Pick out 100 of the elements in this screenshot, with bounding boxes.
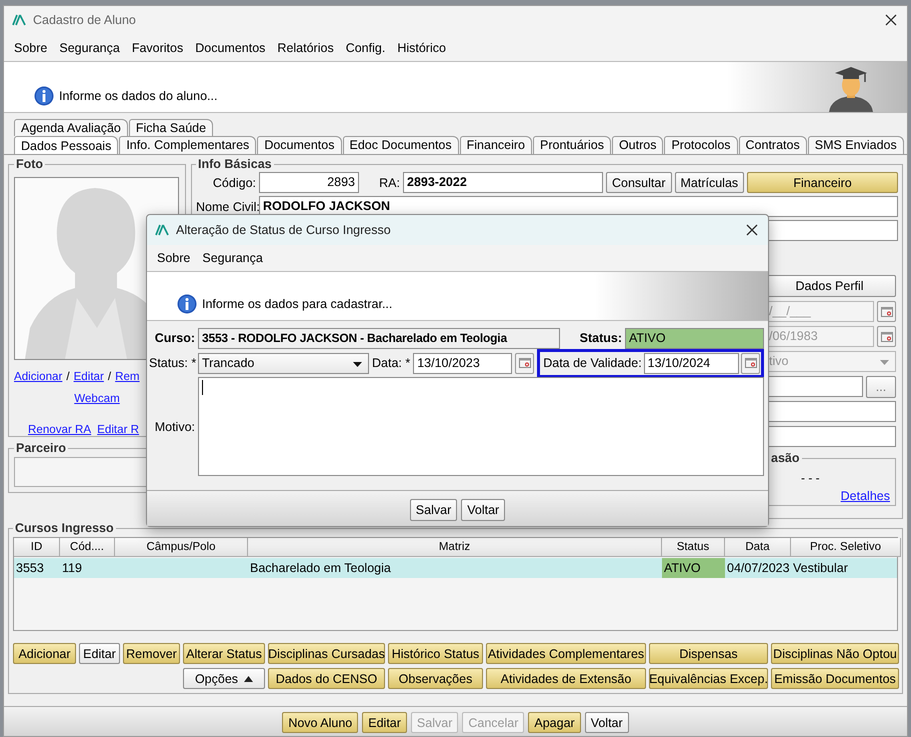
field-label: Código:: [212, 176, 256, 190]
link[interactable]: Editar R: [97, 423, 140, 436]
button[interactable]: Disciplinas Cursadas: [268, 643, 385, 664]
button[interactable]: Equivalências Excep.: [649, 668, 768, 689]
options-button[interactable]: Opções: [183, 668, 265, 689]
menu-item[interactable]: Favoritos: [126, 40, 190, 54]
button[interactable]: Observações: [388, 668, 483, 689]
tab[interactable]: Documentos: [257, 136, 342, 154]
group-title: Cursos Ingresso: [14, 521, 115, 535]
button[interactable]: Voltar: [461, 498, 506, 520]
date-field[interactable]: 13/10/2023: [413, 352, 512, 374]
details-link[interactable]: Detalhes: [840, 489, 890, 503]
browse-button[interactable]: ...: [866, 376, 896, 398]
finance-button[interactable]: Financeiro: [747, 172, 898, 193]
close-button[interactable]: [744, 222, 760, 238]
caret-up-icon: [244, 676, 254, 682]
tab[interactable]: Outros: [612, 136, 664, 154]
button[interactable]: Voltar: [584, 712, 629, 733]
button[interactable]: Atividades de Extensão: [486, 668, 646, 689]
column-header[interactable]: Status: [662, 538, 725, 557]
link[interactable]: Renovar RA: [28, 423, 92, 436]
tab[interactable]: Contratos: [738, 136, 807, 154]
calendar-icon: [880, 306, 892, 316]
tab[interactable]: Prontuários: [533, 136, 611, 154]
close-button[interactable]: [883, 12, 899, 28]
button[interactable]: Editar: [362, 712, 407, 733]
date-field[interactable]: 13/10/2024: [644, 352, 739, 374]
calendar-button[interactable]: [877, 301, 896, 322]
tab[interactable]: Info. Complementares: [119, 136, 256, 154]
menu-item[interactable]: Segurança: [53, 40, 126, 54]
tab[interactable]: SMS Enviados: [808, 136, 904, 154]
button[interactable]: Alterar Status: [183, 643, 265, 664]
button[interactable]: Salvar: [410, 498, 458, 520]
dropdown[interactable]: Trancado: [198, 352, 369, 374]
app-logo-icon: [12, 14, 26, 26]
calendar-button[interactable]: [515, 352, 534, 374]
tab[interactable]: Ficha Saúde: [128, 119, 214, 136]
button[interactable]: Dados do CENSO: [268, 668, 385, 689]
link[interactable]: Editar: [74, 370, 104, 383]
calendar-button[interactable]: [741, 352, 760, 374]
field-label: Motivo:: [154, 420, 195, 434]
menu-item[interactable]: Histórico: [391, 40, 452, 54]
info-icon: [177, 294, 197, 314]
column-header[interactable]: Proc. Seletivo: [791, 538, 901, 557]
button[interactable]: Atividades Complementares: [486, 643, 646, 664]
menu-item[interactable]: Config.: [340, 40, 392, 54]
link[interactable]: Adicionar: [14, 370, 62, 383]
column-header[interactable]: Matriz: [248, 538, 662, 557]
button[interactable]: Novo Aluno: [282, 712, 358, 733]
separator-text: /: [108, 370, 112, 383]
column-header[interactable]: Cód....: [60, 538, 115, 557]
info-icon: [34, 86, 54, 106]
field-label: Status:: [578, 331, 622, 345]
status-field: ATIVO: [625, 328, 764, 348]
button[interactable]: Editar: [79, 643, 120, 664]
tab[interactable]: Dados Pessoais: [14, 136, 118, 154]
webcam-link[interactable]: Webcam: [74, 392, 120, 405]
button[interactable]: Remover: [123, 643, 180, 664]
table-row[interactable]: 3553 119 Bacharelado em Teologia ATIVO 04/07/2023 Vestibular: [14, 558, 897, 578]
menu-item[interactable]: Segurança: [196, 251, 269, 265]
dropdown-arrow-icon: [880, 360, 889, 365]
info-message: Informe os dados para cadastrar...: [202, 297, 392, 311]
code-field[interactable]: 2893: [259, 172, 359, 193]
calendar-button[interactable]: [877, 326, 896, 347]
group-title: Parceiro: [15, 441, 68, 455]
column-header[interactable]: ID: [14, 538, 60, 557]
ra-field[interactable]: 2893-2022: [403, 172, 603, 193]
app-logo-icon: [155, 224, 169, 236]
tab[interactable]: Agenda Avaliação: [14, 119, 128, 136]
column-header[interactable]: Câmpus/Polo: [115, 538, 248, 557]
menu-item[interactable]: Documentos: [189, 40, 272, 54]
column-header[interactable]: Data: [725, 538, 791, 557]
dropdown-arrow-icon: [353, 362, 362, 366]
field-label: Data: *: [372, 356, 410, 370]
table-cell-text: 04/07/2023: [726, 560, 791, 577]
group-title: asão: [770, 451, 800, 465]
table-cell-text: 3553: [15, 560, 45, 577]
menu-item[interactable]: Sobre: [8, 40, 54, 54]
button[interactable]: Disciplinas Não Optou: [771, 643, 899, 664]
button[interactable]: Emissão Documentos: [771, 668, 899, 689]
tab[interactable]: Financeiro: [460, 136, 532, 154]
tab[interactable]: Protocolos: [664, 136, 738, 154]
button[interactable]: Matrículas: [674, 172, 744, 193]
close-icon: [746, 224, 758, 236]
menu-item[interactable]: Sobre: [151, 251, 196, 265]
summary-value: - - -: [801, 471, 820, 485]
menu-item[interactable]: Relatórios: [271, 40, 340, 54]
field-label: Status: *: [149, 356, 195, 370]
button[interactable]: Histórico Status: [388, 643, 483, 664]
group-title: Info Básicas: [197, 157, 273, 171]
button[interactable]: Consultar: [606, 172, 672, 193]
link[interactable]: Rem: [115, 370, 140, 383]
button[interactable]: Adicionar: [13, 643, 76, 664]
separator-text: /: [66, 370, 70, 383]
group-title: Foto: [15, 157, 44, 171]
reason-field[interactable]: [198, 377, 764, 476]
button[interactable]: Apagar: [528, 712, 581, 733]
button[interactable]: Dispensas: [649, 643, 768, 664]
tab[interactable]: Edoc Documentos: [342, 136, 459, 154]
table-cell-text: Vestibular: [792, 560, 849, 577]
